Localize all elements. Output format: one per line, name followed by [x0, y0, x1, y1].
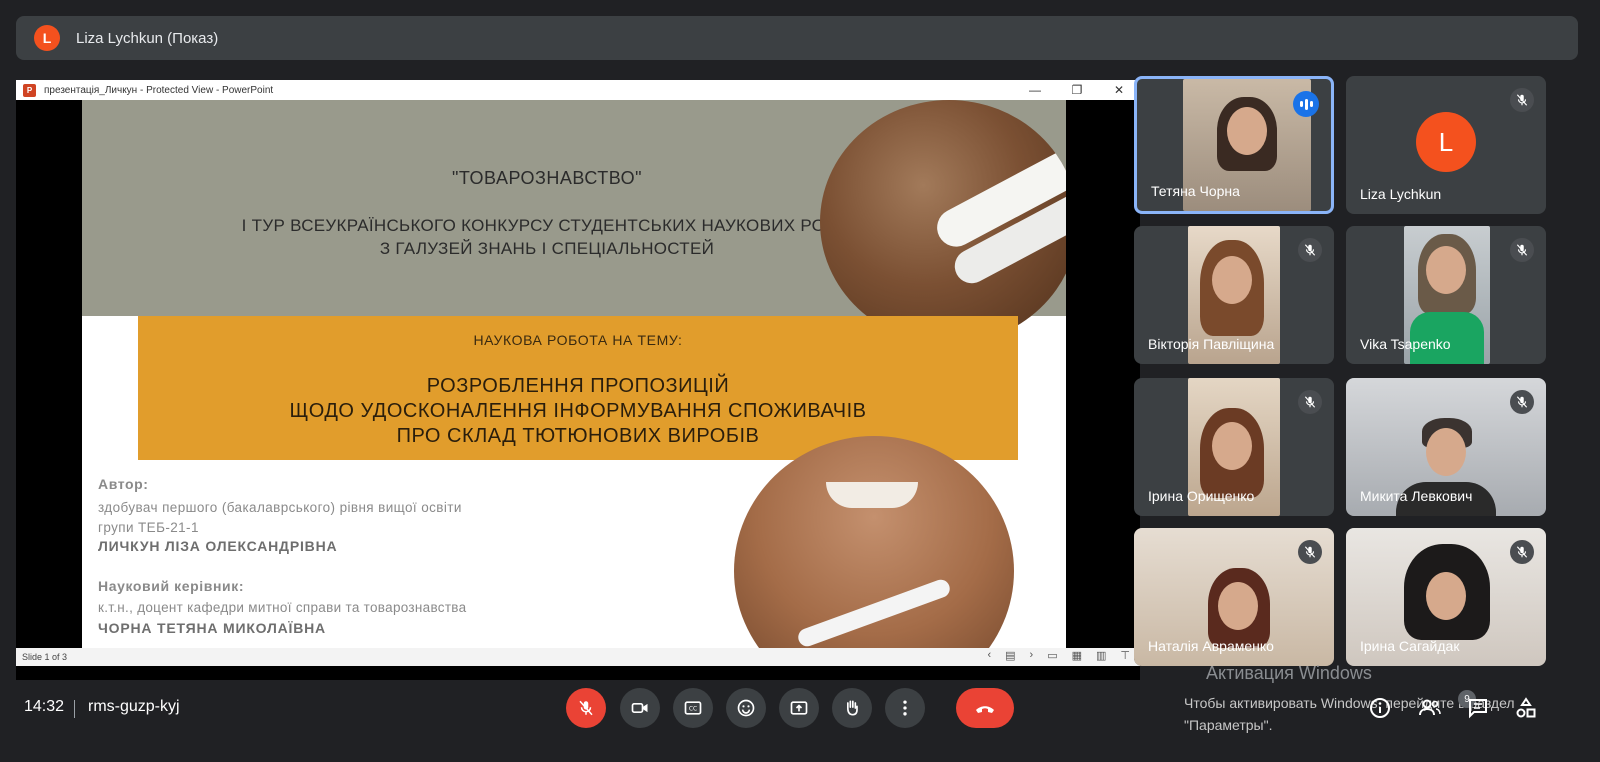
slide-counter: Slide 1 of 3: [22, 652, 68, 662]
raise-hand-button[interactable]: [832, 688, 872, 728]
author-line: групи ТЕБ-21-1: [98, 520, 199, 535]
next-slide-icon[interactable]: ›: [1030, 649, 1034, 662]
captions-button[interactable]: CC: [673, 688, 713, 728]
presenter-avatar: L: [34, 25, 60, 51]
author-line: здобувач першого (бакалаврського) рівня …: [98, 500, 462, 515]
camera-icon: [631, 703, 648, 713]
powerpoint-icon: P: [23, 83, 36, 97]
theme-line: ЩОДО УДОСКОНАЛЕННЯ ІНФОРМУВАННЯ СПОЖИВАЧ…: [289, 400, 867, 422]
slideshow-icon[interactable]: ⊤: [1120, 649, 1130, 662]
participant-tile[interactable]: Тетяна Чорна: [1134, 76, 1334, 214]
supervisor-heading: Науковий керівник:: [98, 578, 245, 594]
chat-button[interactable]: [1464, 694, 1492, 722]
slide: "ТОВАРОЗНАВСТВО" І ТУР ВСЕУКРАЇНСЬКОГО К…: [82, 100, 1066, 666]
author-details: здобувач першого (бакалаврського) рівня …: [98, 498, 462, 538]
participant-name: Тетяна Чорна: [1151, 183, 1240, 199]
more-vert-icon: [903, 700, 907, 716]
participant-tile[interactable]: Ірина Орищенко: [1134, 378, 1334, 516]
prev-slide-icon[interactable]: ‹: [987, 649, 991, 662]
participant-tile[interactable]: Vika Tsapenko: [1346, 226, 1546, 364]
participant-avatar: L: [1416, 112, 1476, 172]
present-button[interactable]: [779, 688, 819, 728]
slide-sorter-icon[interactable]: ▦: [1072, 649, 1082, 662]
presenter-label: Liza Lychkun (Показ): [76, 29, 219, 47]
tobacco-photo: [820, 100, 1066, 344]
participant-name: Liza Lychkun: [1360, 186, 1442, 202]
muted-mic-icon: [1298, 238, 1322, 262]
muted-mic-icon: [1298, 540, 1322, 564]
smile-photo: [734, 436, 1014, 666]
participant-name: Вікторія Павліщина: [1148, 336, 1275, 352]
participant-name: Микита Левкович: [1360, 488, 1473, 504]
people-button[interactable]: [1416, 694, 1444, 722]
participant-tile[interactable]: L Liza Lychkun: [1346, 76, 1546, 214]
participant-name: Наталія Авраменко: [1148, 638, 1274, 654]
meeting-code: rms-guzp-kyj: [88, 698, 180, 715]
view-controls: ‹ ▤ › ▭ ▦ ▥ ⊤: [987, 649, 1130, 662]
participant-tile[interactable]: Ірина Сагайдак: [1346, 528, 1546, 666]
divider: [74, 700, 75, 718]
chat-icon: [1469, 699, 1487, 719]
slide-menu-icon[interactable]: ▤: [1005, 649, 1015, 662]
broken-cigarette-image: [795, 577, 953, 649]
more-options-button[interactable]: [885, 688, 925, 728]
meeting-time: 14:32: [24, 698, 65, 715]
participant-tile[interactable]: Микита Левкович: [1346, 378, 1546, 516]
present-screen-icon: [790, 701, 808, 715]
watermark-title: Активация Windows: [1206, 663, 1372, 683]
speaking-indicator-icon: [1293, 91, 1319, 117]
svg-text:CC: CC: [689, 707, 697, 713]
info-icon: [1370, 698, 1390, 718]
presenter-bar: L Liza Lychkun (Показ): [16, 16, 1578, 60]
shared-screen: P презентація_Личкун - Protected View - …: [16, 80, 1140, 680]
mic-off-icon: [579, 700, 593, 716]
muted-mic-icon: [1510, 540, 1534, 564]
smile-image: [826, 482, 918, 508]
author-heading: Автор:: [98, 476, 149, 492]
theme-label: НАУКОВА РОБОТА НА ТЕМУ:: [473, 332, 683, 348]
camera-toggle-button[interactable]: [620, 688, 660, 728]
restore-icon[interactable]: ❐: [1056, 80, 1098, 100]
normal-view-icon[interactable]: ▭: [1047, 649, 1057, 662]
hand-icon: [847, 700, 858, 716]
ppt-titlebar: P презентація_Личкун - Protected View - …: [16, 80, 1140, 100]
reactions-button[interactable]: [726, 688, 766, 728]
participant-name: Ірина Орищенко: [1148, 488, 1255, 504]
participant-name: Ірина Сагайдак: [1360, 638, 1460, 654]
supervisor-details: к.т.н., доцент кафедри митної справи та …: [98, 600, 467, 615]
muted-mic-icon: [1298, 390, 1322, 414]
activities-icon: [1516, 697, 1536, 718]
minimize-icon[interactable]: —: [1014, 80, 1056, 100]
supervisor-name: ЧОРНА ТЕТЯНА МИКОЛАЇВНА: [98, 620, 326, 636]
people-icon: [1419, 699, 1441, 716]
muted-mic-icon: [1510, 390, 1534, 414]
ppt-status-bar: Slide 1 of 3 ‹ ▤ › ▭ ▦ ▥ ⊤: [16, 648, 1140, 666]
activities-button[interactable]: [1512, 694, 1540, 722]
participant-tile[interactable]: Вікторія Павліщина: [1134, 226, 1334, 364]
author-name: ЛИЧКУН ЛІЗА ОЛЕКСАНДРІВНА: [98, 538, 338, 554]
ppt-window-title: презентація_Личкун - Protected View - Po…: [44, 84, 274, 96]
mic-toggle-button[interactable]: [566, 688, 606, 728]
window-controls: — ❐ ✕: [1014, 80, 1140, 100]
muted-mic-icon: [1510, 238, 1534, 262]
meeting-details-button[interactable]: [1366, 694, 1394, 722]
hang-up-icon: [976, 706, 994, 713]
captions-icon: CC: [684, 701, 702, 715]
leave-call-button[interactable]: [956, 688, 1014, 728]
reading-view-icon[interactable]: ▥: [1096, 649, 1106, 662]
theme-line: РОЗРОБЛЕННЯ ПРОПОЗИЦІЙ: [426, 375, 730, 397]
participant-tile[interactable]: Наталія Авраменко: [1134, 528, 1334, 666]
emoji-icon: [737, 699, 755, 717]
muted-mic-icon: [1510, 88, 1534, 112]
participant-name: Vika Tsapenko: [1360, 336, 1451, 352]
